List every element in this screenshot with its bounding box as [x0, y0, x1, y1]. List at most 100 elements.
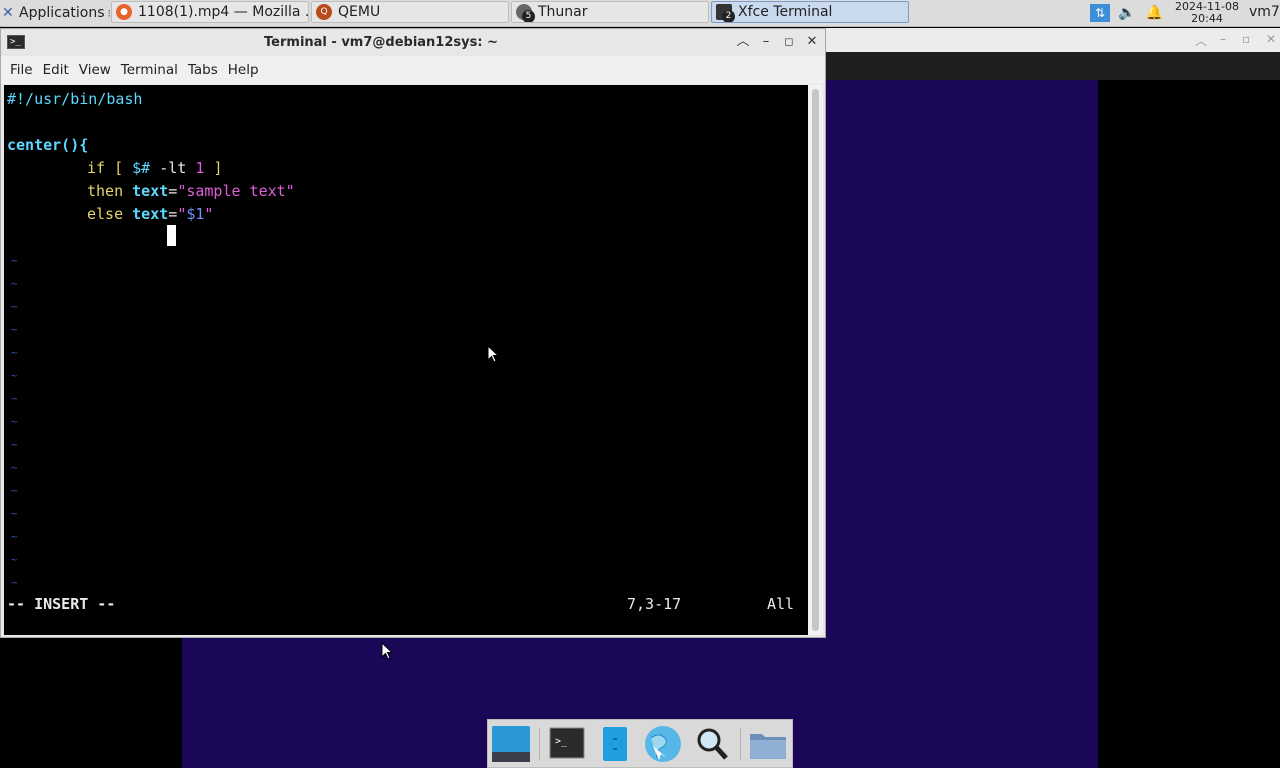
empty-line-marker: ~ — [11, 438, 18, 451]
menu-help[interactable]: Help — [223, 62, 264, 78]
variable: $1 — [186, 205, 205, 223]
keyword: else — [87, 205, 124, 223]
window-shade-icon[interactable]: ︿ — [734, 33, 752, 51]
empty-line-marker: ~ — [11, 484, 18, 497]
window-maximize-icon[interactable]: ◻ — [780, 33, 798, 51]
background-window-close-icon[interactable]: ✕ — [1266, 32, 1276, 46]
task-xfce-terminal[interactable]: 2 Xfce Terminal — [711, 1, 909, 23]
code-line-shebang: #!/usr/bin/bash — [7, 90, 143, 108]
background-window-body — [826, 52, 1280, 80]
window-titlebar[interactable]: >_ Terminal - vm7@debian12sys: ~ ︿ – ◻ ✕ — [1, 29, 825, 56]
task-label: 1108(1).mp4 — Mozilla ... — [138, 4, 309, 20]
empty-line-marker: ~ — [11, 392, 18, 405]
empty-line-marker: ~ — [11, 369, 18, 382]
clock[interactable]: 2024-11-08 20:44 — [1170, 1, 1244, 25]
task-firefox[interactable]: ● 1108(1).mp4 — Mozilla ... — [111, 1, 309, 23]
menu-view[interactable]: View — [74, 62, 116, 78]
empty-line-marker: ~ — [11, 254, 18, 267]
variable: $# — [132, 159, 151, 177]
bracket: [ — [114, 159, 124, 177]
dock-separator — [539, 728, 540, 760]
show-desktop-icon[interactable] — [491, 724, 531, 764]
terminal-window[interactable]: >_ Terminal - vm7@debian12sys: ~ ︿ – ◻ ✕… — [0, 28, 826, 638]
task-count-badge: 5 — [522, 10, 535, 22]
firefox-icon: ● — [116, 4, 132, 20]
operator: -lt — [159, 159, 187, 177]
applications-label: Applications — [19, 5, 105, 21]
file-manager-launcher-icon[interactable] — [596, 724, 636, 764]
operator: = — [168, 182, 178, 200]
background-window-minimize-icon[interactable]: – — [1220, 32, 1226, 46]
terminal-window-icon[interactable]: >_ — [7, 35, 25, 49]
empty-line-marker: ~ — [11, 576, 18, 589]
empty-line-marker: ~ — [11, 553, 18, 566]
operator: = — [168, 205, 178, 223]
task-label: Thunar — [538, 4, 588, 20]
menu-bar: File Edit View Terminal Tabs Help — [1, 56, 825, 84]
scrollbar-thumb[interactable] — [812, 89, 819, 631]
number: 1 — [195, 159, 205, 177]
scroll-indicator: All — [767, 595, 795, 613]
empty-line-marker: ~ — [11, 346, 18, 359]
task-label: Xfce Terminal — [738, 4, 833, 20]
terminal-content[interactable]: #!/usr/bin/bash center(){ if [ $# -lt 1 … — [4, 85, 808, 635]
terminal-icon: 2 — [716, 4, 735, 22]
volume-icon[interactable]: 🔈 — [1118, 5, 1135, 21]
empty-line-marker: ~ — [11, 277, 18, 290]
dock-separator — [740, 728, 741, 760]
task-thunar[interactable]: 5 Thunar — [511, 1, 709, 23]
menu-terminal[interactable]: Terminal — [116, 62, 183, 78]
web-browser-icon[interactable] — [643, 724, 683, 764]
system-tray: ⇅ 🔈 🔔 — [1090, 0, 1163, 26]
bracket: ] — [213, 159, 223, 177]
user-menu[interactable]: vm7 — [1249, 4, 1280, 20]
empty-line-marker: ~ — [11, 300, 18, 313]
background-window-titlebar[interactable] — [826, 28, 1280, 52]
folder-icon[interactable] — [748, 724, 788, 764]
top-panel: ✕ Applications ⁝ ● 1108(1).mp4 — Mozilla… — [0, 0, 1280, 27]
variable: text — [132, 205, 169, 223]
notification-bell-icon[interactable]: 🔔 — [1145, 5, 1162, 21]
background-window-maximize-icon[interactable]: ︿ — [1195, 32, 1207, 49]
vim-mode-indicator: -- INSERT -- — [7, 595, 116, 613]
variable: text — [132, 182, 169, 200]
background-window-restore-icon[interactable]: ▫ — [1242, 32, 1250, 46]
keyword: if — [87, 159, 106, 177]
string: "sample text" — [177, 182, 295, 200]
empty-line-marker: ~ — [11, 323, 18, 336]
terminal-scrollbar[interactable] — [808, 85, 823, 635]
svg-text:>_: >_ — [555, 736, 568, 747]
mouse-pointer-icon — [487, 345, 499, 363]
qemu-icon: Q — [316, 4, 332, 20]
menu-file[interactable]: File — [1, 62, 38, 78]
code-line-then: then text="sample text" — [87, 182, 295, 200]
code-line-if: if [ $# -lt 1 ] — [87, 159, 222, 177]
text-cursor — [167, 225, 176, 246]
empty-line-marker: ~ — [11, 530, 18, 543]
code-line-else: else text="$1" — [87, 205, 213, 223]
task-count-badge: 2 — [722, 10, 735, 22]
string: " — [177, 205, 187, 223]
mouse-pointer-icon — [381, 642, 393, 660]
network-icon[interactable]: ⇅ — [1090, 4, 1110, 22]
window-close-icon[interactable]: ✕ — [803, 33, 821, 51]
applications-menu[interactable]: ✕ Applications ⁝ — [2, 0, 111, 26]
empty-line-marker: ~ — [11, 415, 18, 428]
window-title: Terminal - vm7@debian12sys: ~ — [264, 35, 498, 50]
string: " — [204, 205, 214, 223]
empty-line-marker: ~ — [11, 461, 18, 474]
menu-tabs[interactable]: Tabs — [183, 62, 223, 78]
task-label: QEMU — [338, 4, 381, 20]
thunar-icon: 5 — [516, 4, 535, 22]
bottom-dock: >_ — [487, 719, 793, 768]
empty-line-marker: ~ — [11, 507, 18, 520]
search-icon[interactable] — [692, 724, 732, 764]
terminal-launcher-icon[interactable]: >_ — [548, 724, 588, 764]
window-minimize-icon[interactable]: – — [757, 33, 775, 51]
cursor-position: 7,3-17 — [627, 595, 682, 613]
menu-edit[interactable]: Edit — [38, 62, 74, 78]
clock-time: 20:44 — [1191, 12, 1223, 25]
xfce-logo-icon: ✕ — [2, 5, 14, 21]
keyword: then — [87, 182, 124, 200]
task-qemu[interactable]: Q QEMU — [311, 1, 509, 23]
